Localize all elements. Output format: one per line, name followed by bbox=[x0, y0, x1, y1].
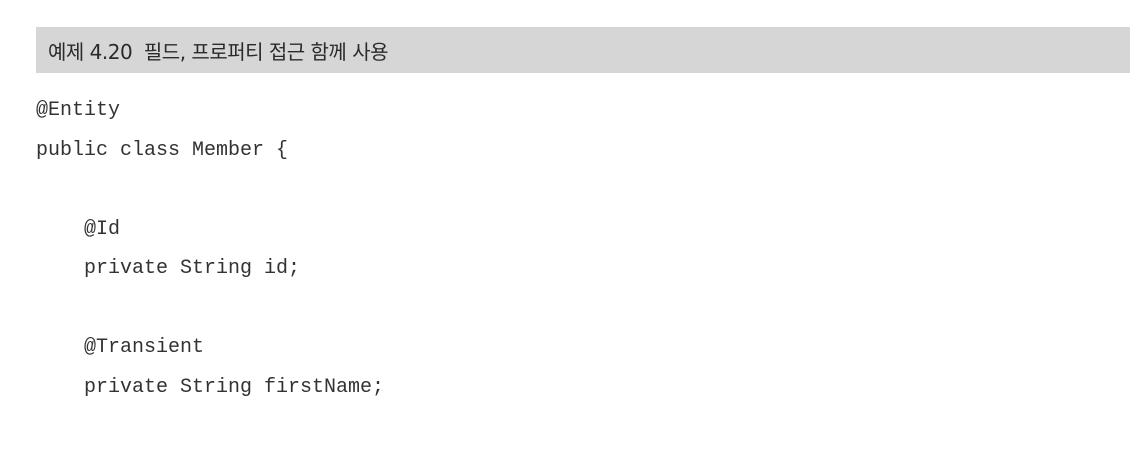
code-line: @Entity bbox=[36, 99, 121, 122]
code-line: @Transient bbox=[36, 336, 205, 359]
example-caption-bar: 예제 4.20 필드, 프로퍼티 접근 함께 사용 bbox=[36, 27, 1130, 73]
code-block: @Entity public class Member { @Id privat… bbox=[36, 91, 384, 407]
code-line: private String id; bbox=[36, 257, 301, 280]
code-line: @Id bbox=[36, 217, 121, 241]
code-line: public class Member { bbox=[36, 138, 289, 162]
example-caption-title: 예제 4.20 필드, 프로퍼티 접근 함께 사용 bbox=[48, 39, 389, 64]
code-line: private String firstName; bbox=[36, 375, 385, 399]
